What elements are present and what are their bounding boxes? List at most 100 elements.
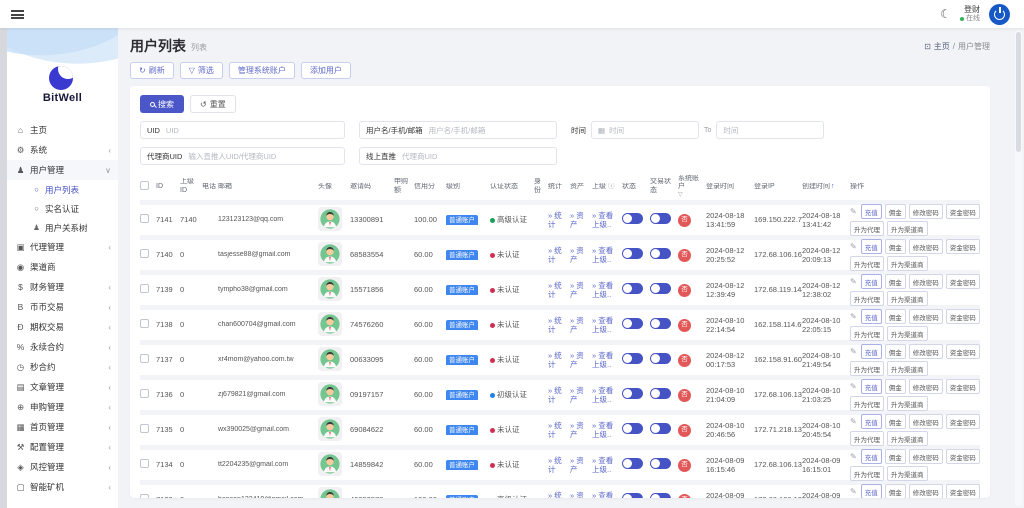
trade-status-toggle[interactable] bbox=[650, 458, 671, 470]
sidebar-item[interactable]: ▢ 智能矿机 ‹ bbox=[7, 477, 118, 497]
action-promote-agent-button[interactable]: 升为代理 bbox=[850, 396, 884, 411]
uid-input[interactable] bbox=[165, 125, 338, 135]
row-checkbox[interactable] bbox=[140, 494, 149, 498]
breadcrumb-home[interactable]: 主页 bbox=[934, 41, 950, 52]
filter-button[interactable]: ▽ 筛选 bbox=[179, 62, 223, 79]
status-toggle[interactable] bbox=[622, 388, 643, 400]
account-field[interactable]: 用户名/手机/邮箱 bbox=[359, 121, 557, 139]
edit-icon[interactable]: ✎ bbox=[850, 207, 857, 217]
action-recharge-button[interactable]: 充值 bbox=[860, 344, 882, 359]
action-change-password-button[interactable]: 修改密码 bbox=[908, 309, 943, 324]
status-toggle[interactable] bbox=[622, 493, 643, 498]
view-parent-link[interactable]: » 查看上级.. bbox=[592, 456, 620, 475]
edit-icon[interactable]: ✎ bbox=[850, 487, 857, 497]
action-funds-password-button[interactable]: 资金密码 bbox=[945, 379, 980, 394]
trade-status-toggle[interactable] bbox=[650, 388, 671, 400]
action-promote-agent-button[interactable]: 升为代理 bbox=[850, 431, 884, 446]
row-checkbox[interactable] bbox=[140, 354, 149, 364]
action-change-password-button[interactable]: 修改密码 bbox=[908, 379, 943, 394]
trade-status-toggle[interactable] bbox=[650, 423, 671, 435]
edit-icon[interactable]: ✎ bbox=[850, 347, 857, 357]
action-change-password-button[interactable]: 修改密码 bbox=[908, 274, 943, 289]
stats-link[interactable]: » 统计 bbox=[548, 211, 568, 230]
reset-button[interactable]: ↺ 重置 bbox=[190, 95, 236, 113]
action-promote-channel-button[interactable]: 升为渠道商 bbox=[887, 361, 928, 376]
view-parent-link[interactable]: » 查看上级.. bbox=[592, 211, 620, 230]
row-checkbox[interactable] bbox=[140, 389, 149, 399]
edit-icon[interactable]: ✎ bbox=[850, 382, 857, 392]
action-change-password-button[interactable]: 修改密码 bbox=[908, 239, 943, 254]
action-recharge-button[interactable]: 充值 bbox=[860, 309, 882, 324]
assets-link[interactable]: » 资产 bbox=[570, 386, 590, 405]
stats-link[interactable]: » 统计 bbox=[548, 386, 568, 405]
status-toggle[interactable] bbox=[622, 458, 643, 470]
assets-link[interactable]: » 资产 bbox=[570, 281, 590, 300]
stats-link[interactable]: » 统计 bbox=[548, 421, 568, 440]
action-change-password-button[interactable]: 修改密码 bbox=[908, 204, 943, 219]
action-recharge-button[interactable]: 充值 bbox=[860, 239, 882, 254]
sidebar-item[interactable]: ▦ 首页管理 ‹ bbox=[7, 417, 118, 437]
action-promote-channel-button[interactable]: 升为渠道商 bbox=[887, 396, 928, 411]
sidebar-item[interactable]: ⚒ 配置管理 ‹ bbox=[7, 437, 118, 457]
trade-status-toggle[interactable] bbox=[650, 493, 671, 498]
edit-icon[interactable]: ✎ bbox=[850, 277, 857, 287]
refresh-button[interactable]: ↻ 刷新 bbox=[130, 62, 174, 79]
status-toggle[interactable] bbox=[622, 318, 643, 330]
online-referrer-input[interactable] bbox=[402, 151, 550, 161]
action-funds-password-button[interactable]: 资金密码 bbox=[945, 484, 980, 498]
column-filter-icon[interactable]: ▽ bbox=[678, 192, 704, 200]
assets-link[interactable]: » 资产 bbox=[570, 421, 590, 440]
view-parent-link[interactable]: » 查看上级.. bbox=[592, 491, 620, 498]
action-commission-button[interactable]: 佣金 bbox=[884, 484, 906, 498]
action-change-password-button[interactable]: 修改密码 bbox=[908, 414, 943, 429]
action-commission-button[interactable]: 佣金 bbox=[884, 239, 906, 254]
edit-icon[interactable]: ✎ bbox=[850, 242, 857, 252]
view-parent-link[interactable]: » 查看上级.. bbox=[592, 386, 620, 405]
action-commission-button[interactable]: 佣金 bbox=[884, 274, 906, 289]
stats-link[interactable]: » 统计 bbox=[548, 491, 568, 498]
row-checkbox[interactable] bbox=[140, 319, 149, 329]
action-funds-password-button[interactable]: 资金密码 bbox=[945, 449, 980, 464]
trade-status-toggle[interactable] bbox=[650, 248, 671, 260]
sidebar-item[interactable]: Ð 期权交易 ‹ bbox=[7, 317, 118, 337]
action-promote-channel-button[interactable]: 升为渠道商 bbox=[887, 221, 928, 236]
trade-status-toggle[interactable] bbox=[650, 213, 671, 225]
action-funds-password-button[interactable]: 资金密码 bbox=[945, 204, 980, 219]
action-promote-agent-button[interactable]: 升为代理 bbox=[850, 221, 884, 236]
assets-link[interactable]: » 资产 bbox=[570, 211, 590, 230]
action-promote-agent-button[interactable]: 升为代理 bbox=[850, 361, 884, 376]
trade-status-toggle[interactable] bbox=[650, 353, 671, 365]
sort-icon[interactable]: ↑ bbox=[831, 183, 835, 190]
action-recharge-button[interactable]: 充值 bbox=[860, 204, 882, 219]
action-promote-channel-button[interactable]: 升为渠道商 bbox=[887, 291, 928, 306]
sidebar-item[interactable]: ◉ 渠道商 bbox=[7, 257, 118, 277]
view-parent-link[interactable]: » 查看上级.. bbox=[592, 246, 620, 265]
sidebar-item[interactable]: ▤ 文章管理 ‹ bbox=[7, 377, 118, 397]
action-promote-channel-button[interactable]: 升为渠道商 bbox=[887, 326, 928, 341]
sidebar-subitem[interactable]: ○ 实名认证 bbox=[7, 199, 118, 218]
sidebar-item[interactable]: % 永续合约 ‹ bbox=[7, 337, 118, 357]
sidebar-item[interactable]: ▣ 代理管理 ‹ bbox=[7, 237, 118, 257]
action-funds-password-button[interactable]: 资金密码 bbox=[945, 414, 980, 429]
action-promote-agent-button[interactable]: 升为代理 bbox=[850, 291, 884, 306]
assets-link[interactable]: » 资产 bbox=[570, 246, 590, 265]
time-start-input[interactable] bbox=[609, 125, 692, 135]
assets-link[interactable]: » 资产 bbox=[570, 456, 590, 475]
view-parent-link[interactable]: » 查看上级.. bbox=[592, 316, 620, 335]
action-recharge-button[interactable]: 充值 bbox=[860, 379, 882, 394]
agent-uid-field[interactable]: 代理商UID bbox=[140, 147, 345, 165]
assets-link[interactable]: » 资产 bbox=[570, 491, 590, 498]
sidebar-item[interactable]: ⚙ 系统 ‹ bbox=[7, 140, 118, 160]
stats-link[interactable]: » 统计 bbox=[548, 281, 568, 300]
action-commission-button[interactable]: 佣金 bbox=[884, 379, 906, 394]
action-commission-button[interactable]: 佣金 bbox=[884, 344, 906, 359]
scrollbar-thumb[interactable] bbox=[1016, 32, 1021, 152]
action-commission-button[interactable]: 佣金 bbox=[884, 414, 906, 429]
action-promote-agent-button[interactable]: 升为代理 bbox=[850, 466, 884, 481]
sidebar-item[interactable]: ◷ 秒合约 ‹ bbox=[7, 357, 118, 377]
action-funds-password-button[interactable]: 资金密码 bbox=[945, 274, 980, 289]
action-funds-password-button[interactable]: 资金密码 bbox=[945, 239, 980, 254]
action-promote-agent-button[interactable]: 升为代理 bbox=[850, 326, 884, 341]
view-parent-link[interactable]: » 查看上级.. bbox=[592, 281, 620, 300]
sidebar-item[interactable]: ⊕ 申购管理 ‹ bbox=[7, 397, 118, 417]
